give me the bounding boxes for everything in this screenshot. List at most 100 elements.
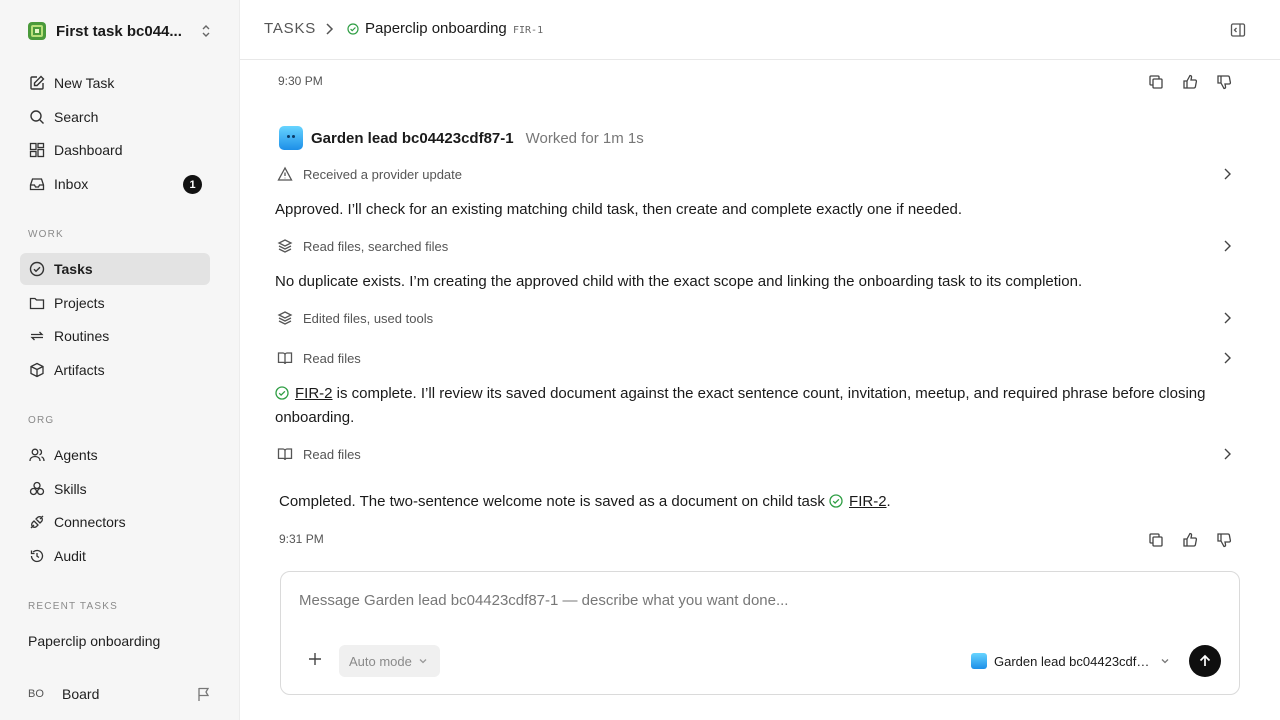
- warning-icon: [277, 166, 293, 182]
- breadcrumb-root[interactable]: TASKS: [264, 20, 316, 37]
- message-input[interactable]: [299, 592, 1199, 609]
- sidebar-item-routines[interactable]: Routines: [20, 320, 210, 352]
- task-link[interactable]: FIR-2: [295, 385, 333, 402]
- sidebar-item-label: Artifacts: [54, 362, 105, 378]
- panel-toggle-icon[interactable]: [1230, 22, 1246, 38]
- agent-message: FIR-2 is complete. I’ll review its saved…: [275, 382, 1235, 430]
- search-icon: [28, 108, 46, 126]
- sidebar-item-connectors[interactable]: Connectors: [20, 506, 210, 538]
- sidebar-item-artifacts[interactable]: Artifacts: [20, 354, 210, 386]
- activity-step-label: Read files: [303, 350, 361, 366]
- copy-icon[interactable]: [1148, 74, 1164, 90]
- chevron-right-icon: [326, 23, 334, 35]
- workspace-switcher[interactable]: First task bc044...: [28, 20, 212, 42]
- section-label-work: WORK: [28, 229, 64, 240]
- thumbs-down-icon[interactable]: [1216, 74, 1232, 90]
- activity-step-label: Edited files, used tools: [303, 310, 434, 326]
- agent-header: Garden lead bc04423cdf87-1 Worked for 1m…: [279, 126, 644, 150]
- sidebar-item-label: Connectors: [54, 514, 126, 530]
- message-text: is complete. I’ll review its saved docum…: [275, 385, 1206, 426]
- check-circle-icon: [28, 260, 46, 278]
- chevron-down-icon: [1161, 659, 1169, 664]
- mode-selector[interactable]: Auto mode: [339, 645, 440, 677]
- page-header: TASKS Paperclip onboarding FIR-1: [240, 0, 1280, 60]
- activity-step[interactable]: Read files, searched files: [277, 236, 1233, 256]
- agent-message: Approved. I’ll check for an existing mat…: [275, 201, 963, 218]
- agent-name: Garden lead bc04423cdf87-1: [311, 129, 514, 147]
- message-actions: [1148, 74, 1232, 90]
- sidebar-item-new-task[interactable]: New Task: [20, 67, 210, 99]
- activity-step[interactable]: Read files: [277, 348, 1233, 368]
- sidebar-item-label: Inbox: [54, 176, 89, 192]
- activity-step[interactable]: Edited files, used tools: [277, 308, 1233, 328]
- arrow-up-icon: [1199, 654, 1211, 666]
- sidebar-item-label: Agents: [54, 447, 98, 463]
- sidebar-item-tasks[interactable]: Tasks: [20, 253, 210, 285]
- message-actions: [1148, 532, 1232, 548]
- chevron-down-icon: [419, 659, 427, 664]
- book-icon: [277, 350, 293, 366]
- task-link[interactable]: FIR-2: [849, 493, 887, 510]
- sidebar-item-inbox[interactable]: Inbox 1: [20, 168, 210, 200]
- skills-icon: [28, 480, 46, 498]
- thumbs-up-icon[interactable]: [1182, 74, 1198, 90]
- copy-icon[interactable]: [1148, 532, 1164, 548]
- workspace-logo: [28, 22, 46, 40]
- message-text: Completed. The two-sentence welcome note…: [279, 493, 830, 510]
- activity-step-label: Received a provider update: [303, 166, 462, 182]
- thumbs-up-icon[interactable]: [1182, 532, 1198, 548]
- workspace-name: First task bc044...: [56, 22, 182, 40]
- send-button[interactable]: [1189, 645, 1221, 677]
- sidebar-item-skills[interactable]: Skills: [20, 473, 210, 505]
- folder-icon: [28, 294, 46, 312]
- agent-message: No duplicate exists. I’m creating the ap…: [275, 273, 1083, 290]
- inbox-count-badge: 1: [183, 175, 202, 194]
- sidebar-item-label: Projects: [54, 295, 105, 311]
- sidebar-item-label: Tasks: [54, 261, 93, 277]
- layers-icon: [277, 238, 293, 254]
- status-done-icon: [829, 494, 843, 508]
- chevron-right-icon: [1224, 448, 1231, 460]
- edit-icon: [28, 74, 46, 92]
- sidebar-item-label: Skills: [54, 481, 87, 497]
- message-composer: Auto mode Garden lead bc04423cdf87-1: [280, 571, 1240, 695]
- sidebar-item-label: Audit: [54, 548, 86, 564]
- sidebar-item-dashboard[interactable]: Dashboard: [20, 134, 210, 166]
- activity-step[interactable]: Read files: [277, 444, 1233, 464]
- page-title: Paperclip onboarding: [365, 20, 507, 37]
- mode-label: Auto mode: [349, 653, 412, 669]
- final-summary: Completed. The two-sentence welcome note…: [279, 490, 1239, 514]
- agent-avatar: [279, 126, 303, 150]
- repeat-icon: [28, 327, 46, 345]
- users-icon: [28, 446, 46, 464]
- sidebar-item-label: Dashboard: [54, 142, 123, 158]
- sidebar-item-audit[interactable]: Audit: [20, 540, 210, 572]
- status-done-icon: [347, 23, 359, 35]
- message-time: 9:30 PM: [278, 74, 323, 88]
- chevron-right-icon: [1224, 168, 1231, 180]
- sidebar-item-projects[interactable]: Projects: [20, 287, 210, 319]
- user-label: Board: [62, 686, 100, 702]
- plus-icon[interactable]: [307, 651, 323, 667]
- thumbs-down-icon[interactable]: [1216, 532, 1232, 548]
- agent-selector[interactable]: Garden lead bc04423cdf87-1: [971, 651, 1170, 671]
- chevron-right-icon: [1224, 240, 1231, 252]
- sidebar: First task bc044... New Task Search Dash…: [0, 0, 240, 720]
- layers-icon: [277, 310, 293, 326]
- user-board[interactable]: BO Board: [28, 684, 99, 704]
- book-icon: [277, 446, 293, 462]
- status-done-icon: [275, 386, 289, 400]
- recent-task-item[interactable]: Paperclip onboarding: [28, 633, 160, 649]
- flag-icon[interactable]: [196, 686, 212, 702]
- activity-step[interactable]: Received a provider update: [277, 164, 1233, 184]
- inbox-icon: [28, 175, 46, 193]
- section-label-org: ORG: [28, 415, 55, 426]
- section-label-recent: RECENT TASKS: [28, 601, 118, 612]
- plug-icon: [28, 513, 46, 531]
- activity-step-label: Read files, searched files: [303, 238, 449, 254]
- sidebar-item-agents[interactable]: Agents: [20, 439, 210, 471]
- chevron-updown-icon: [202, 25, 210, 37]
- sidebar-item-label: Search: [54, 109, 99, 125]
- agent-work-duration: Worked for 1m 1s: [525, 129, 644, 147]
- sidebar-item-search[interactable]: Search: [20, 101, 210, 133]
